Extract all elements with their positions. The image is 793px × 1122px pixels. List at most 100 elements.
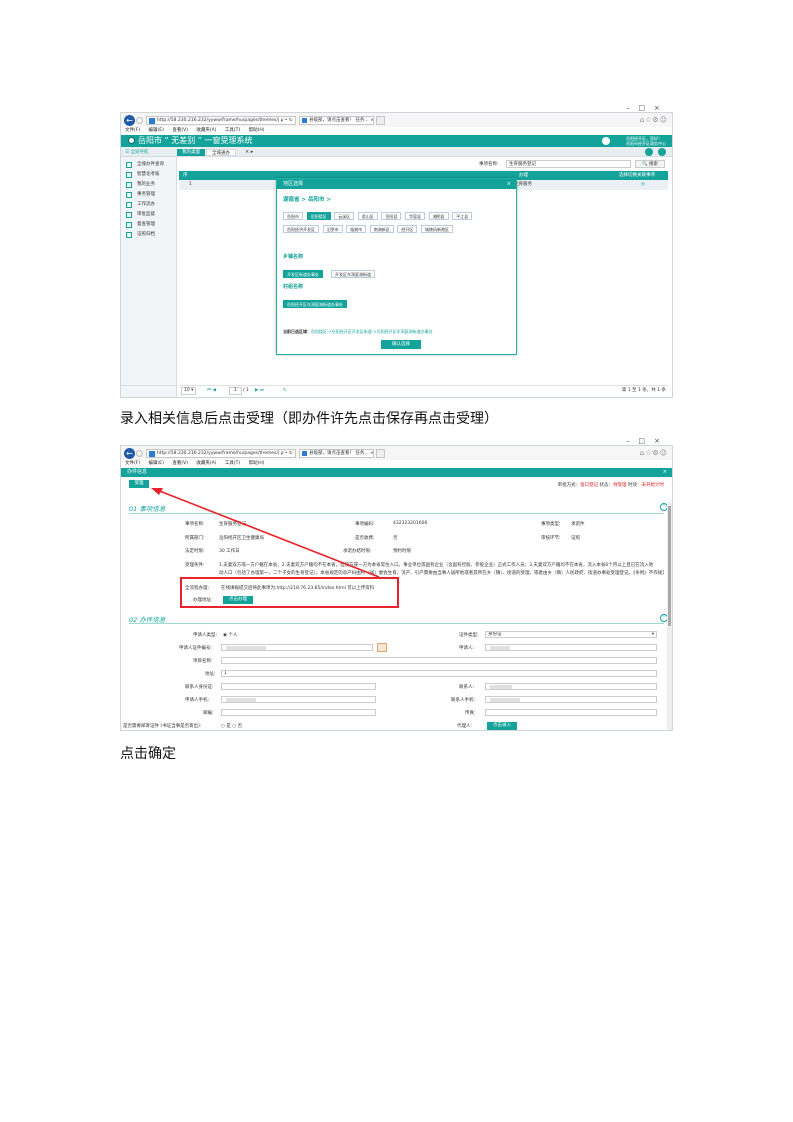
address2-input[interactable]: 1 — [221, 670, 657, 677]
applicant-type-radio[interactable]: ◉ 个人 — [223, 632, 237, 638]
maximize-button[interactable]: □ — [638, 104, 645, 112]
menu-help[interactable]: 帮助(H) — [249, 128, 265, 133]
dialog-close-icon[interactable]: × — [507, 179, 511, 189]
new-tab-button[interactable] — [376, 116, 385, 125]
contact-id-input[interactable] — [221, 683, 376, 690]
global-nav[interactable]: ☰ 全局导航 — [125, 149, 148, 155]
col-switch: 选择切换关联事项 — [619, 173, 655, 178]
district-chip[interactable]: 云溪区 — [334, 212, 355, 220]
district-chip[interactable]: 岳阳县 — [381, 212, 402, 220]
tab-home[interactable]: 我的桌面 — [177, 149, 205, 156]
sidebar-item-assessment[interactable]: 智慧化考核 — [121, 170, 176, 180]
window-controls-2: – □ × — [626, 437, 660, 445]
menu-view[interactable]: 查看(V) — [172, 128, 188, 133]
menu-file[interactable]: 文件(F) — [125, 461, 140, 466]
forward-arrow-icon[interactable] — [136, 117, 143, 124]
district-chip[interactable]: 城陵矶新港区 — [420, 225, 453, 233]
menu-favorites[interactable]: 收藏夹(A) — [196, 128, 216, 133]
postcode-input[interactable] — [221, 709, 376, 716]
menu-tools[interactable]: 工具(T) — [225, 461, 240, 466]
page-input[interactable]: 1 — [229, 387, 242, 395]
menu-favorites[interactable]: 收藏夹(A) — [196, 461, 216, 466]
minimize-button[interactable]: – — [626, 104, 630, 112]
refresh-icon[interactable]: ↻ — [283, 386, 287, 395]
district-chip[interactable]: 君山区 — [357, 212, 378, 220]
sidebar-item-business[interactable]: 我的业务 — [121, 180, 176, 190]
browser-tab[interactable]: 县级部，请点击查看！ 任务... × — [299, 116, 374, 125]
phone-input[interactable] — [221, 696, 376, 703]
menu-edit[interactable]: 编辑(E) — [149, 128, 164, 133]
browser-right-icons[interactable]: ⌂☆⚙☺ — [640, 116, 668, 124]
browser-tab[interactable]: 县级部，请点击查看！ 任务... × — [299, 449, 374, 458]
vertical-scrollbar[interactable] — [667, 502, 672, 730]
sidebar-item-affairs[interactable]: 事务管理 — [121, 190, 176, 200]
settings-icon[interactable] — [645, 148, 653, 156]
address-bar[interactable]: http://58.230.216.232/yyww/frame/hu/page… — [146, 449, 296, 458]
first-prev-icons[interactable]: ⏮ ◀ — [207, 386, 216, 395]
district-chip[interactable]: 临湘市 — [346, 225, 367, 233]
company-label: 项目名称: — [193, 659, 213, 664]
browser-right-icons[interactable]: ⌂☆⚙☺ — [640, 449, 668, 457]
sidebar-item-supervision[interactable]: 审批监督 — [121, 210, 176, 220]
new-tab-button[interactable] — [376, 449, 385, 458]
contact-input[interactable] — [485, 683, 657, 690]
back-arrow-icon[interactable]: ← — [124, 448, 135, 459]
menu-tools[interactable]: 工具(T) — [225, 128, 240, 133]
district-chip[interactable]: 汨罗市 — [322, 225, 343, 233]
district-chip[interactable]: 经开区 — [397, 225, 418, 233]
mail-question-radio[interactable]: ○ 是 ○ 否 — [221, 723, 242, 729]
cert-no-input[interactable] — [221, 644, 373, 651]
district-chip[interactable]: 华容县 — [404, 212, 425, 220]
menu-help[interactable]: 帮助(H) — [249, 461, 265, 466]
forward-arrow-icon[interactable] — [136, 450, 143, 457]
menu-file[interactable]: 文件(F) — [125, 128, 140, 133]
cert-type-select[interactable]: 身份证 ▾ — [485, 631, 657, 638]
col-handle: 办理 — [519, 173, 528, 178]
minimize-button[interactable]: – — [626, 437, 630, 445]
close-button[interactable]: × — [654, 104, 660, 112]
refresh-icon[interactable] — [658, 148, 666, 156]
back-arrow-icon[interactable]: ← — [124, 115, 135, 126]
town-chip-selected[interactable]: 开发区街道办事处 — [283, 270, 323, 278]
status-line: 审批方式：窗口登记 状态：待受理 时效：未开始计时 — [557, 483, 664, 488]
district-chip[interactable]: 南湖新区 — [369, 225, 394, 233]
tab-active[interactable]: 全域通办 — [206, 149, 236, 156]
company-input[interactable] — [221, 657, 657, 664]
district-chip[interactable]: 平江县 — [452, 212, 473, 220]
menu-view[interactable]: 查看(V) — [172, 461, 188, 466]
search-button[interactable]: 🔍 搜索 — [635, 160, 665, 168]
accept-button[interactable]: 受理 — [129, 480, 149, 488]
sidebar-item-query[interactable]: 全域办件查询 — [121, 160, 176, 170]
browser-menubar: 文件(F) 编辑(E) 查看(V) 收藏夹(A) 工具(T) 帮助(H) — [121, 127, 672, 135]
close-button[interactable]: × — [654, 437, 660, 445]
confirm-select-button[interactable]: 确认选择 — [381, 340, 421, 349]
contact-phone-input[interactable] — [485, 696, 657, 703]
agent-entry-button[interactable]: 点击录入 — [487, 722, 517, 730]
sidebar-item-archive[interactable]: 证照归档 — [121, 230, 176, 240]
next-last-icons[interactable]: ▶ ⏭ — [255, 386, 264, 395]
form-close-icon[interactable]: × — [663, 468, 667, 477]
user-avatar-icon[interactable] — [602, 137, 610, 145]
page-size-select[interactable]: 10 ▾ — [181, 387, 197, 395]
address-bar[interactable]: http://58.230.216.232/yyww/frame/hu/page… — [146, 116, 296, 125]
district-chip[interactable]: 湘阴县 — [428, 212, 449, 220]
menu-edit[interactable]: 编辑(E) — [149, 461, 164, 466]
fax-input[interactable] — [485, 709, 657, 716]
radio-icon[interactable]: ◎ — [641, 180, 645, 190]
search-input[interactable]: 生育服务登记 — [506, 160, 631, 168]
village-chip-selected[interactable]: 岳阳经开区东洞庭湖街道办事处 — [283, 300, 347, 308]
maximize-button[interactable]: □ — [638, 437, 645, 445]
district-chip[interactable]: 岳阳经济开发区 — [283, 225, 319, 233]
id-card-icon[interactable] — [377, 643, 387, 652]
sidebar-collapse[interactable] — [121, 385, 177, 397]
user-info[interactable]: 岳阳经开区，您好！ 岳阳市经开区政务中心 — [626, 136, 666, 146]
sidebar-item-workflow[interactable]: 工作流办 — [121, 200, 176, 210]
sidebar-item-inspection[interactable]: 督查管理 — [121, 220, 176, 230]
redacted-value — [490, 685, 512, 689]
applicant-input[interactable] — [485, 644, 657, 651]
tab-close-icon[interactable]: × ▸ — [245, 149, 253, 155]
district-chip[interactable]: 岳阳市 — [283, 212, 303, 220]
tab-bar: ☰ 全局导航 我的桌面 全域通办 × ▸ — [121, 147, 672, 157]
town-chip[interactable]: 开发区东洞庭湖街道 — [331, 270, 375, 278]
district-chip-selected[interactable]: 岳阳楼区 — [306, 212, 331, 220]
